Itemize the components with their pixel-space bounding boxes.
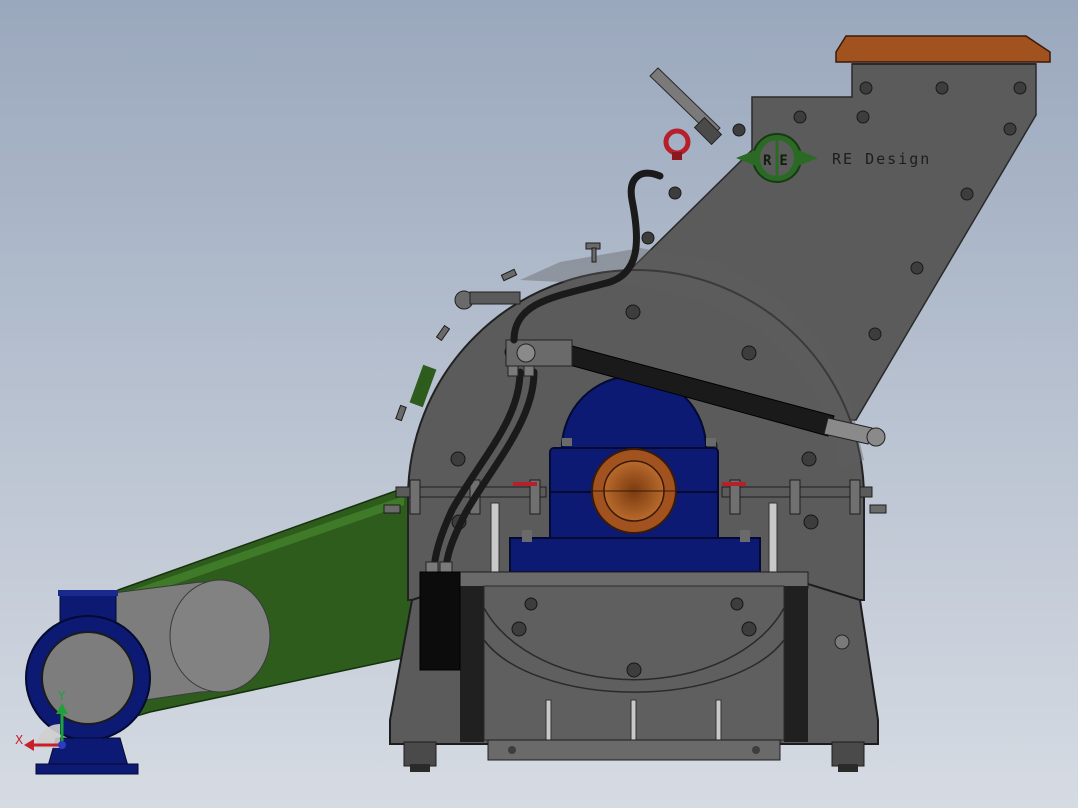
brand-name: RE Design bbox=[832, 150, 931, 168]
y-axis-label: Y bbox=[57, 689, 66, 703]
base-frame bbox=[389, 571, 879, 772]
hammer-mill-model: RE RE Design Y X bbox=[0, 0, 1078, 808]
x-axis-label: X bbox=[15, 733, 23, 747]
hopper-inlet-flange bbox=[835, 35, 1051, 63]
rotor-shaft bbox=[591, 448, 677, 534]
z-axis-dot bbox=[58, 741, 66, 749]
brand-logo-letters: RE bbox=[763, 153, 796, 169]
cad-viewport[interactable]: RE RE Design Y X bbox=[0, 0, 1078, 808]
junction-box bbox=[419, 571, 461, 671]
